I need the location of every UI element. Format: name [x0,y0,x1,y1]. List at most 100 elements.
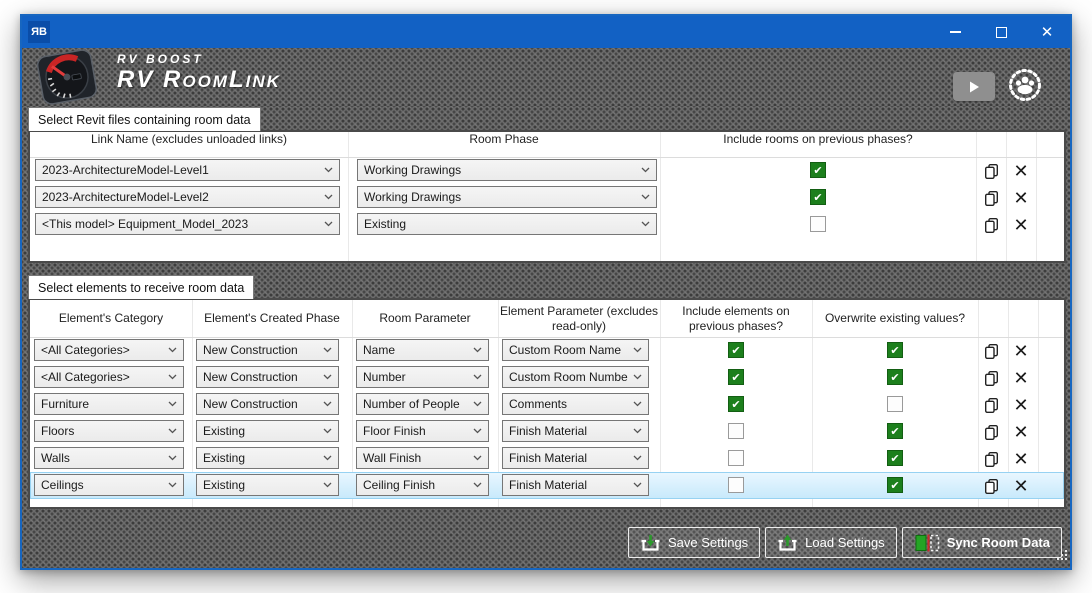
copy-icon [984,478,998,494]
elements-panel: Element's Category Element's Created Pha… [28,298,1066,509]
include-elements-checkbox[interactable]: ✔ [728,423,744,439]
room-phase-dropdown[interactable]: Working Drawings [357,186,657,208]
room-parameter-value: Number [363,370,406,384]
duplicate-row-button[interactable] [980,214,1002,236]
footer-button-bar: Save Settings Load Settings Sync Room Da… [627,527,1062,558]
chevron-down-icon [633,347,642,353]
minimize-button[interactable] [932,16,978,48]
duplicate-row-button[interactable] [980,421,1002,443]
overwrite-values-checkbox[interactable]: ✔ [887,369,903,385]
title-bar: ЯB ✕ [22,16,1070,48]
chevron-down-icon [168,428,177,434]
maximize-button[interactable] [978,16,1024,48]
app-root: ЯB ✕ RV BOOST RV RoomLink Select Revit f… [0,0,1092,593]
element-parameter-dropdown[interactable]: Finish Material [502,420,649,442]
brand-name-large: RV RoomLink [117,66,281,93]
elements-table-row: <All Categories> New Construction Name C… [30,337,1064,364]
chevron-down-icon [323,482,332,488]
created-phase-dropdown[interactable]: Existing [196,420,339,442]
delete-row-button[interactable]: ✕ [1010,214,1032,236]
room-phase-dropdown[interactable]: Existing [357,213,657,235]
delete-row-button[interactable]: ✕ [1010,160,1032,182]
community-button[interactable] [1006,66,1044,104]
element-parameter-dropdown[interactable]: Custom Room Numbe [502,366,649,388]
include-elements-checkbox[interactable]: ✔ [728,342,744,358]
delete-row-button[interactable]: ✕ [1010,340,1032,362]
room-phase-value: Existing [364,217,407,231]
duplicate-row-button[interactable] [980,367,1002,389]
category-dropdown[interactable]: Floors [34,420,184,442]
duplicate-row-button[interactable] [980,394,1002,416]
copy-icon [984,343,998,359]
include-elements-checkbox[interactable]: ✔ [728,450,744,466]
delete-row-button[interactable]: ✕ [1010,394,1032,416]
created-phase-dropdown[interactable]: New Construction [196,393,339,415]
link-name-value: 2023-ArchitectureModel-Level1 [42,163,209,177]
column-header-room-phase: Room Phase [469,132,539,146]
category-dropdown[interactable]: <All Categories> [34,366,184,388]
element-parameter-dropdown[interactable]: Comments [502,393,649,415]
link-name-dropdown[interactable]: <This model> Equipment_Model_2023 [35,213,340,235]
chevron-down-icon [641,194,650,200]
play-icon [970,81,979,92]
duplicate-row-button[interactable] [980,448,1002,470]
delete-icon: ✕ [1013,161,1029,181]
delete-row-button[interactable]: ✕ [1010,367,1032,389]
category-value: <All Categories> [41,370,130,384]
overwrite-values-checkbox[interactable]: ✔ [887,477,903,493]
gauge-logo [27,49,107,105]
duplicate-row-button[interactable] [980,160,1002,182]
element-parameter-dropdown[interactable]: Finish Material [502,474,649,496]
link-name-dropdown[interactable]: 2023-ArchitectureModel-Level2 [35,186,340,208]
overwrite-values-checkbox[interactable]: ✔ [887,450,903,466]
element-parameter-dropdown[interactable]: Custom Room Name [502,339,649,361]
link-name-dropdown[interactable]: 2023-ArchitectureModel-Level1 [35,159,340,181]
include-elements-checkbox[interactable]: ✔ [728,477,744,493]
include-elements-checkbox[interactable]: ✔ [728,396,744,412]
category-dropdown[interactable]: Furniture [34,393,184,415]
include-rooms-checkbox[interactable]: ✔ [810,189,826,205]
include-elements-checkbox[interactable]: ✔ [728,369,744,385]
link-name-value: <This model> Equipment_Model_2023 [42,217,249,231]
category-dropdown[interactable]: Walls [34,447,184,469]
created-phase-dropdown[interactable]: Existing [196,447,339,469]
delete-row-button[interactable]: ✕ [1010,448,1032,470]
chevron-down-icon [641,167,650,173]
room-parameter-value: Name [363,343,396,357]
category-value: <All Categories> [41,343,130,357]
delete-row-button[interactable]: ✕ [1010,475,1032,497]
room-parameter-dropdown[interactable]: Wall Finish [356,447,489,469]
close-button[interactable]: ✕ [1024,16,1070,48]
room-parameter-dropdown[interactable]: Number [356,366,489,388]
duplicate-row-button[interactable] [980,340,1002,362]
element-parameter-dropdown[interactable]: Finish Material [502,447,649,469]
overwrite-values-checkbox[interactable]: ✔ [887,342,903,358]
category-dropdown[interactable]: Ceilings [34,474,184,496]
room-phase-dropdown[interactable]: Working Drawings [357,159,657,181]
include-rooms-checkbox[interactable]: ✔ [810,162,826,178]
overwrite-values-checkbox[interactable]: ✔ [887,396,903,412]
room-parameter-dropdown[interactable]: Floor Finish [356,420,489,442]
duplicate-row-button[interactable] [980,475,1002,497]
resize-grip[interactable] [1055,548,1068,566]
save-settings-button[interactable]: Save Settings [627,527,761,558]
video-play-button[interactable] [953,72,995,101]
duplicate-row-button[interactable] [980,187,1002,209]
elements-table-row: Furniture New Construction Number of Peo… [30,391,1064,418]
sync-room-data-button[interactable]: Sync Room Data [901,527,1062,558]
room-parameter-dropdown[interactable]: Name [356,339,489,361]
load-settings-button[interactable]: Load Settings [765,527,897,558]
created-phase-dropdown[interactable]: New Construction [196,339,339,361]
include-rooms-checkbox[interactable]: ✔ [810,216,826,232]
created-phase-dropdown[interactable]: New Construction [196,366,339,388]
category-dropdown[interactable]: <All Categories> [34,339,184,361]
created-phase-dropdown[interactable]: Existing [196,474,339,496]
room-parameter-dropdown[interactable]: Ceiling Finish [356,474,489,496]
room-parameter-dropdown[interactable]: Number of People [356,393,489,415]
delete-row-button[interactable]: ✕ [1010,421,1032,443]
header-banner: RV BOOST RV RoomLink [22,48,1070,106]
overwrite-values-checkbox[interactable]: ✔ [887,423,903,439]
chevron-down-icon [473,455,482,461]
delete-row-button[interactable]: ✕ [1010,187,1032,209]
brand-block: RV BOOST RV RoomLink [117,52,281,94]
